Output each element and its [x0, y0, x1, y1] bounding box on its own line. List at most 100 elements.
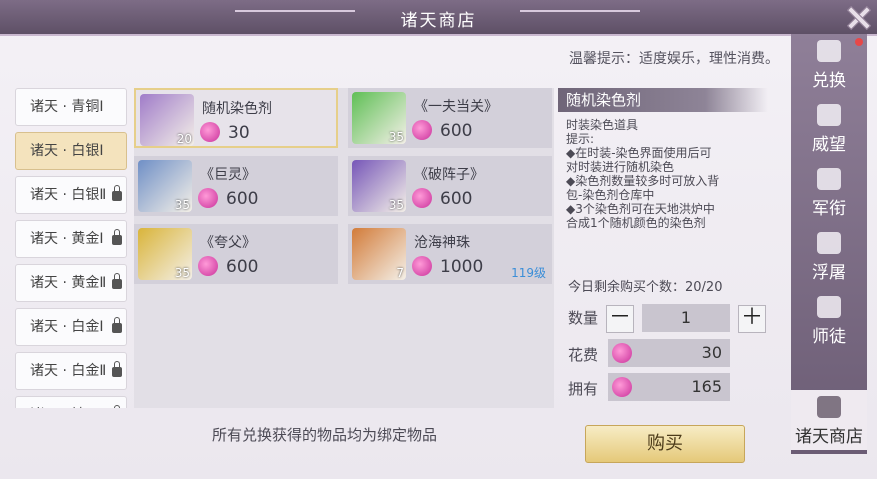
item-level: 7: [396, 266, 404, 280]
item-name: 《巨灵》: [200, 167, 256, 183]
remaining-count: 今日剩余购买个数：20/20: [568, 280, 723, 295]
description-line: ◆3个染色剂可在天地洪炉中: [566, 202, 715, 216]
tier-label: 诸天 · 白金Ⅱ: [30, 363, 107, 379]
tier-label: 诸天 · 白银Ⅱ: [30, 187, 107, 203]
description-line: 时装染色道具: [566, 118, 639, 132]
item-name: 《破阵子》: [414, 167, 484, 183]
tier-tab[interactable]: 诸天 · 黄金Ⅰ: [15, 220, 127, 258]
detail-title: 随机染色剂: [558, 88, 768, 112]
buy-button[interactable]: 购买: [585, 425, 745, 463]
side-tab[interactable]: 浮屠: [791, 226, 867, 286]
own-label: 拥有: [568, 380, 599, 398]
cost-label: 花费: [568, 346, 599, 364]
item-level: 20: [176, 132, 192, 146]
description-line: ◆在时装-染色界面使用后可: [566, 146, 712, 160]
tier-label: 诸天 · 白金Ⅰ: [30, 319, 104, 335]
item-level: 35: [388, 198, 404, 212]
quantity-field[interactable]: 1: [642, 304, 730, 332]
shop-item[interactable]: 7 沧海神珠 1000 119级: [348, 224, 552, 284]
side-tab[interactable]: 诸天商店: [791, 390, 867, 450]
bind-notice: 所有兑换获得的物品均为绑定物品: [212, 426, 438, 444]
side-tab-label: 兑换: [812, 71, 846, 91]
lock-icon: [112, 361, 122, 377]
detail-description: 时装染色道具 提示: ◆在时装-染色界面使用后可 对时装进行随机染色 ◆染色剂数量较多时…: [566, 118, 778, 230]
item-detail-panel: 随机染色剂 时装染色道具 提示: ◆在时装-染色界面使用后可 对时装进行随机染色 ◆染色…: [558, 88, 784, 408]
side-tab-label: 师徒: [812, 327, 846, 347]
gem-icon: [412, 120, 432, 140]
tier-label: 诸天 · 钻石Ⅰ: [30, 407, 103, 408]
tier-tab[interactable]: 诸天 · 钻石Ⅰ: [15, 396, 127, 408]
shop-item[interactable]: 35 《破阵子》 600: [348, 156, 552, 216]
title-bar: 诸天商店: [0, 0, 877, 36]
pagoda-icon: [817, 232, 841, 254]
side-tab[interactable]: 军衔: [791, 162, 867, 222]
item-requirement: 119级: [511, 266, 546, 280]
tip-text: 温馨提示：适度娱乐，理性消费。: [569, 51, 779, 67]
item-name: 沧海神珠: [414, 235, 470, 251]
item-level: 35: [174, 266, 190, 280]
emblem-icon: [817, 396, 841, 418]
item-level: 35: [174, 198, 190, 212]
item-price: 600: [226, 189, 259, 209]
shop-window: 诸天商店 温馨提示：适度娱乐，理性消费。 诸天 · 青铜Ⅰ 诸天 · 白银Ⅰ 诸天 …: [0, 0, 877, 479]
tier-label: 诸天 · 白银Ⅰ: [30, 143, 104, 159]
window-title: 诸天商店: [400, 11, 477, 31]
item-price: 600: [440, 189, 473, 209]
item-level: 35: [388, 130, 404, 144]
description-line: 包-染色剂仓库中: [566, 188, 655, 202]
gem-icon: [200, 122, 220, 142]
side-tab[interactable]: 师徒: [791, 290, 867, 350]
gem-icon: [612, 377, 632, 397]
wings-icon: [817, 104, 841, 126]
item-price: 30: [228, 123, 250, 143]
lock-icon: [112, 185, 122, 201]
scroll-green-icon: 35: [352, 92, 406, 144]
scales-icon: [817, 40, 841, 62]
shop-item[interactable]: 35 《巨灵》 600: [134, 156, 338, 216]
gem-icon: [412, 188, 432, 208]
quantity-minus-button[interactable]: －: [606, 305, 634, 333]
scroll-purple-icon: 35: [352, 160, 406, 212]
item-grid: 20 随机染色剂 30 35 《一夫当关》 600 35 《巨灵》 600 35 《破阵子》 600 3…: [134, 88, 554, 408]
lock-icon: [112, 317, 122, 333]
tier-tab[interactable]: 诸天 · 白金Ⅱ: [15, 352, 127, 390]
item-name: 随机染色剂: [202, 101, 272, 117]
tier-label: 诸天 · 黄金Ⅰ: [30, 231, 104, 247]
side-tab-label: 诸天商店: [795, 427, 863, 447]
item-price: 600: [226, 257, 259, 277]
book-icon: [817, 296, 841, 318]
tier-label: 诸天 · 黄金Ⅱ: [30, 275, 107, 291]
lock-icon: [112, 273, 122, 289]
notification-dot: [855, 38, 863, 46]
quantity-plus-button[interactable]: ＋: [738, 305, 766, 333]
scroll-yellow-icon: 35: [138, 228, 192, 280]
potion-icon: 20: [140, 94, 194, 146]
description-line: 合成1个随机颜色的染色剂: [566, 216, 706, 230]
tier-tab[interactable]: 诸天 · 黄金Ⅱ: [15, 264, 127, 302]
side-tab-label: 军衔: [812, 199, 846, 219]
tier-list: 诸天 · 青铜Ⅰ 诸天 · 白银Ⅰ 诸天 · 白银Ⅱ 诸天 · 黄金Ⅰ 诸天 · 黄金Ⅱ…: [15, 88, 127, 408]
tier-label: 诸天 · 青铜Ⅰ: [30, 99, 104, 115]
star-icon: [817, 168, 841, 190]
item-name: 《一夫当关》: [414, 99, 498, 115]
item-price: 1000: [440, 257, 484, 277]
shop-item[interactable]: 35 《夸父》 600: [134, 224, 338, 284]
close-icon[interactable]: [843, 2, 873, 32]
quantity-label: 数量: [568, 309, 599, 327]
shop-item[interactable]: 20 随机染色剂 30: [134, 88, 338, 148]
tier-tab[interactable]: 诸天 · 白银Ⅱ: [15, 176, 127, 214]
side-tab-label: 浮屠: [812, 263, 846, 283]
side-tab-label: 威望: [812, 135, 846, 155]
shop-item[interactable]: 35 《一夫当关》 600: [348, 88, 552, 148]
tier-tab[interactable]: 诸天 · 白金Ⅰ: [15, 308, 127, 346]
tier-tab[interactable]: 诸天 · 青铜Ⅰ: [15, 88, 127, 126]
lock-icon: [112, 229, 122, 245]
pearl-icon: 7: [352, 228, 406, 280]
gem-icon: [412, 256, 432, 276]
side-tab[interactable]: 兑换: [791, 34, 867, 94]
tier-tab[interactable]: 诸天 · 白银Ⅰ: [15, 132, 127, 170]
item-price: 600: [440, 121, 473, 141]
side-tab[interactable]: 威望: [791, 98, 867, 158]
gem-icon: [198, 256, 218, 276]
description-line: ◆染色剂数量较多时可放入背: [566, 174, 720, 188]
